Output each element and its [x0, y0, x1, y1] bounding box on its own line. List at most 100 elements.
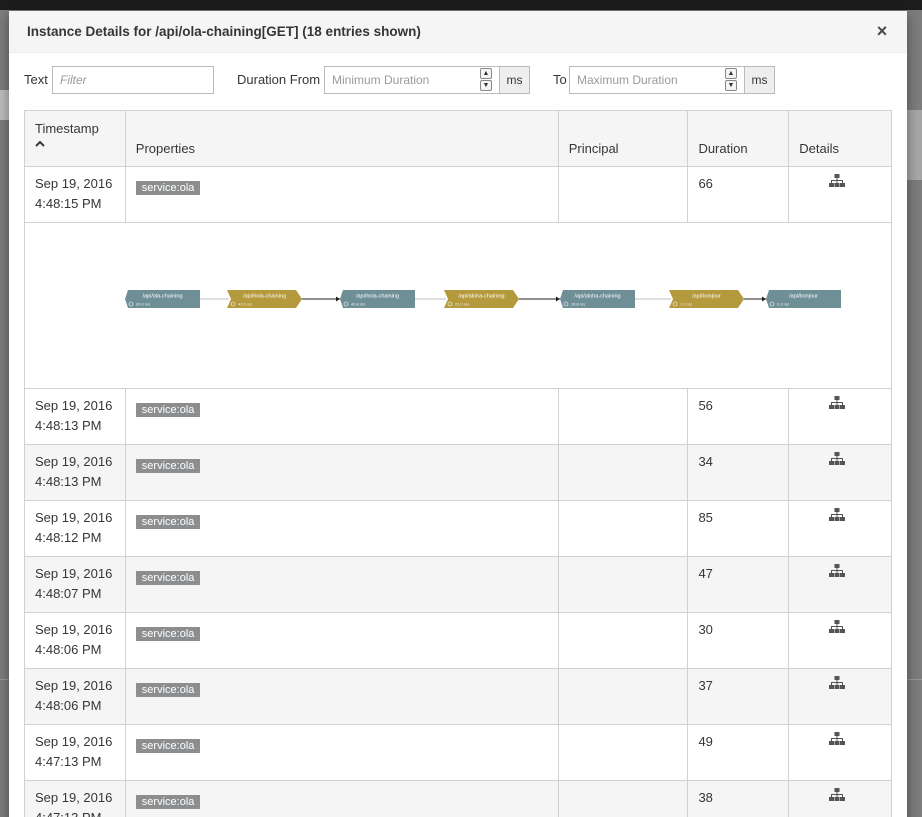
min-duration-input[interactable]: [324, 66, 501, 94]
timestamp-time: 4:48:13 PM: [35, 418, 102, 433]
timestamp-cell: Sep 19, 2016 4:48:06 PM: [25, 613, 126, 668]
close-button[interactable]: ×: [875, 21, 889, 42]
duration-header-label: Duration: [698, 141, 748, 156]
details-cell: [789, 167, 891, 222]
trace-node-label: /api/bonjour: [692, 294, 721, 300]
details-cell: [789, 781, 891, 817]
timestamp-date: Sep 19, 2016: [35, 734, 113, 749]
timestamp-cell: Sep 19, 2016 4:48:12 PM: [25, 501, 126, 556]
table-row[interactable]: Sep 19, 2016 4:48:07 PM service:ola 47: [25, 557, 891, 613]
max-duration-input[interactable]: [569, 66, 746, 94]
details-cell: [789, 389, 891, 444]
background-navbar: [0, 0, 922, 10]
duration-cell: 66: [688, 167, 790, 222]
property-tag: service:ola: [135, 571, 201, 585]
sitemap-icon[interactable]: [829, 788, 846, 808]
increment-icon[interactable]: ▲: [480, 68, 492, 79]
properties-cell: service:ola: [126, 167, 559, 222]
modal-header: Instance Details for /api/ola-chaining[G…: [9, 11, 907, 53]
principal-cell: [559, 501, 689, 556]
properties-cell: service:ola: [126, 613, 559, 668]
trace-node-label: /api/aloha-chaining: [458, 294, 504, 300]
trace-node[interactable]: /api/aloha-chaining 21.0 ms: [444, 290, 519, 308]
sitemap-icon[interactable]: [829, 452, 846, 472]
principal-header-label: Principal: [568, 141, 619, 156]
instances-table: Timestamp Properties Principal Duration …: [24, 110, 892, 817]
duration-cell: 30: [688, 613, 790, 668]
sitemap-icon[interactable]: [829, 508, 846, 528]
max-duration-spinner[interactable]: ▲ ▼: [725, 68, 737, 92]
timestamp-date: Sep 19, 2016: [35, 454, 113, 469]
sitemap-icon[interactable]: [829, 174, 846, 194]
timestamp-cell: Sep 19, 2016 4:47:13 PM: [25, 725, 126, 780]
background-panel-right: [906, 110, 922, 180]
trace-node-label: /api/hola-chaining: [356, 294, 399, 300]
trace-node[interactable]: /api/aloha-chaining 16.8 ms: [560, 290, 635, 308]
trace-node[interactable]: /api/hola-chaining 43.6 ms: [227, 290, 302, 308]
details-cell: [789, 501, 891, 556]
details-cell: [789, 725, 891, 780]
modal-title: Instance Details for /api/ola-chaining[G…: [27, 24, 421, 39]
sitemap-icon[interactable]: [829, 620, 846, 640]
table-row[interactable]: Sep 19, 2016 4:48:06 PM service:ola 30: [25, 613, 891, 669]
column-header-duration[interactable]: Duration: [688, 111, 790, 166]
text-filter-label: Text: [24, 72, 48, 87]
trace-node[interactable]: /api/bonjour1.0 ms: [669, 290, 744, 308]
properties-cell: service:ola: [126, 445, 559, 500]
increment-icon[interactable]: ▲: [725, 68, 737, 79]
min-duration-spinner[interactable]: ▲ ▼: [480, 68, 492, 92]
decrement-icon[interactable]: ▼: [480, 80, 492, 91]
trace-node[interactable]: /api/ola-chaining 66.0 ms: [125, 290, 200, 308]
column-header-details[interactable]: Details: [789, 111, 891, 166]
text-filter-input[interactable]: [52, 66, 214, 94]
sitemap-icon[interactable]: [829, 564, 846, 584]
table-row[interactable]: Sep 19, 2016 4:48:15 PM service:ola 66: [25, 167, 891, 223]
trace-edge-arrow: [336, 296, 340, 302]
principal-cell: [559, 669, 689, 724]
trace-node-duration: 1.0 ms: [680, 302, 692, 307]
duration-cell: 37: [688, 669, 790, 724]
duration-cell: 47: [688, 557, 790, 612]
timestamp-time: 4:48:15 PM: [35, 196, 102, 211]
timestamp-time: 4:48:13 PM: [35, 474, 102, 489]
column-header-timestamp[interactable]: Timestamp: [25, 111, 126, 166]
details-cell: [789, 557, 891, 612]
duration-cell: 38: [688, 781, 790, 817]
timestamp-cell: Sep 19, 2016 4:48:13 PM: [25, 389, 126, 444]
timestamp-time: 4:48:06 PM: [35, 698, 102, 713]
principal-cell: [559, 445, 689, 500]
principal-cell: [559, 167, 689, 222]
table-row[interactable]: Sep 19, 2016 4:47:13 PM service:ola 38: [25, 781, 891, 817]
properties-cell: service:ola: [126, 669, 559, 724]
timestamp-date: Sep 19, 2016: [35, 398, 113, 413]
column-header-properties[interactable]: Properties: [126, 111, 559, 166]
sitemap-icon[interactable]: [829, 676, 846, 696]
property-tag: service:ola: [135, 683, 201, 697]
sitemap-icon[interactable]: [829, 396, 846, 416]
table-row[interactable]: Sep 19, 2016 4:48:12 PM service:ola 85: [25, 501, 891, 557]
details-header-label: Details: [799, 141, 839, 156]
trace-edge-arrow: [762, 296, 766, 302]
properties-header-label: Properties: [135, 141, 196, 156]
properties-cell: service:ola: [126, 501, 559, 556]
timestamp-cell: Sep 19, 2016 4:48:13 PM: [25, 445, 126, 500]
column-header-principal[interactable]: Principal: [559, 111, 689, 166]
sitemap-icon[interactable]: [829, 732, 846, 752]
table-body: Sep 19, 2016 4:48:15 PM service:ola 66 /…: [25, 167, 891, 817]
timestamp-date: Sep 19, 2016: [35, 678, 113, 693]
table-row[interactable]: Sep 19, 2016 4:47:13 PM service:ola 49: [25, 725, 891, 781]
table-row[interactable]: Sep 19, 2016 4:48:13 PM service:ola 56: [25, 389, 891, 445]
timestamp-cell: Sep 19, 2016 4:48:07 PM: [25, 557, 126, 612]
timestamp-time: 4:48:07 PM: [35, 586, 102, 601]
sort-ascending-icon[interactable]: [35, 140, 45, 150]
trace-node[interactable]: /api/hola-chaining 40.8 ms: [340, 290, 415, 308]
trace-node[interactable]: /api/bonjour0.3 ms: [766, 290, 841, 308]
table-row[interactable]: Sep 19, 2016 4:48:06 PM service:ola 37: [25, 669, 891, 725]
table-row[interactable]: Sep 19, 2016 4:48:13 PM service:ola 34: [25, 445, 891, 501]
property-tag: service:ola: [135, 627, 201, 641]
decrement-icon[interactable]: ▼: [725, 80, 737, 91]
principal-cell: [559, 389, 689, 444]
trace-node-duration: 43.6 ms: [238, 302, 252, 307]
trace-node-duration: 40.8 ms: [351, 302, 365, 307]
principal-cell: [559, 725, 689, 780]
